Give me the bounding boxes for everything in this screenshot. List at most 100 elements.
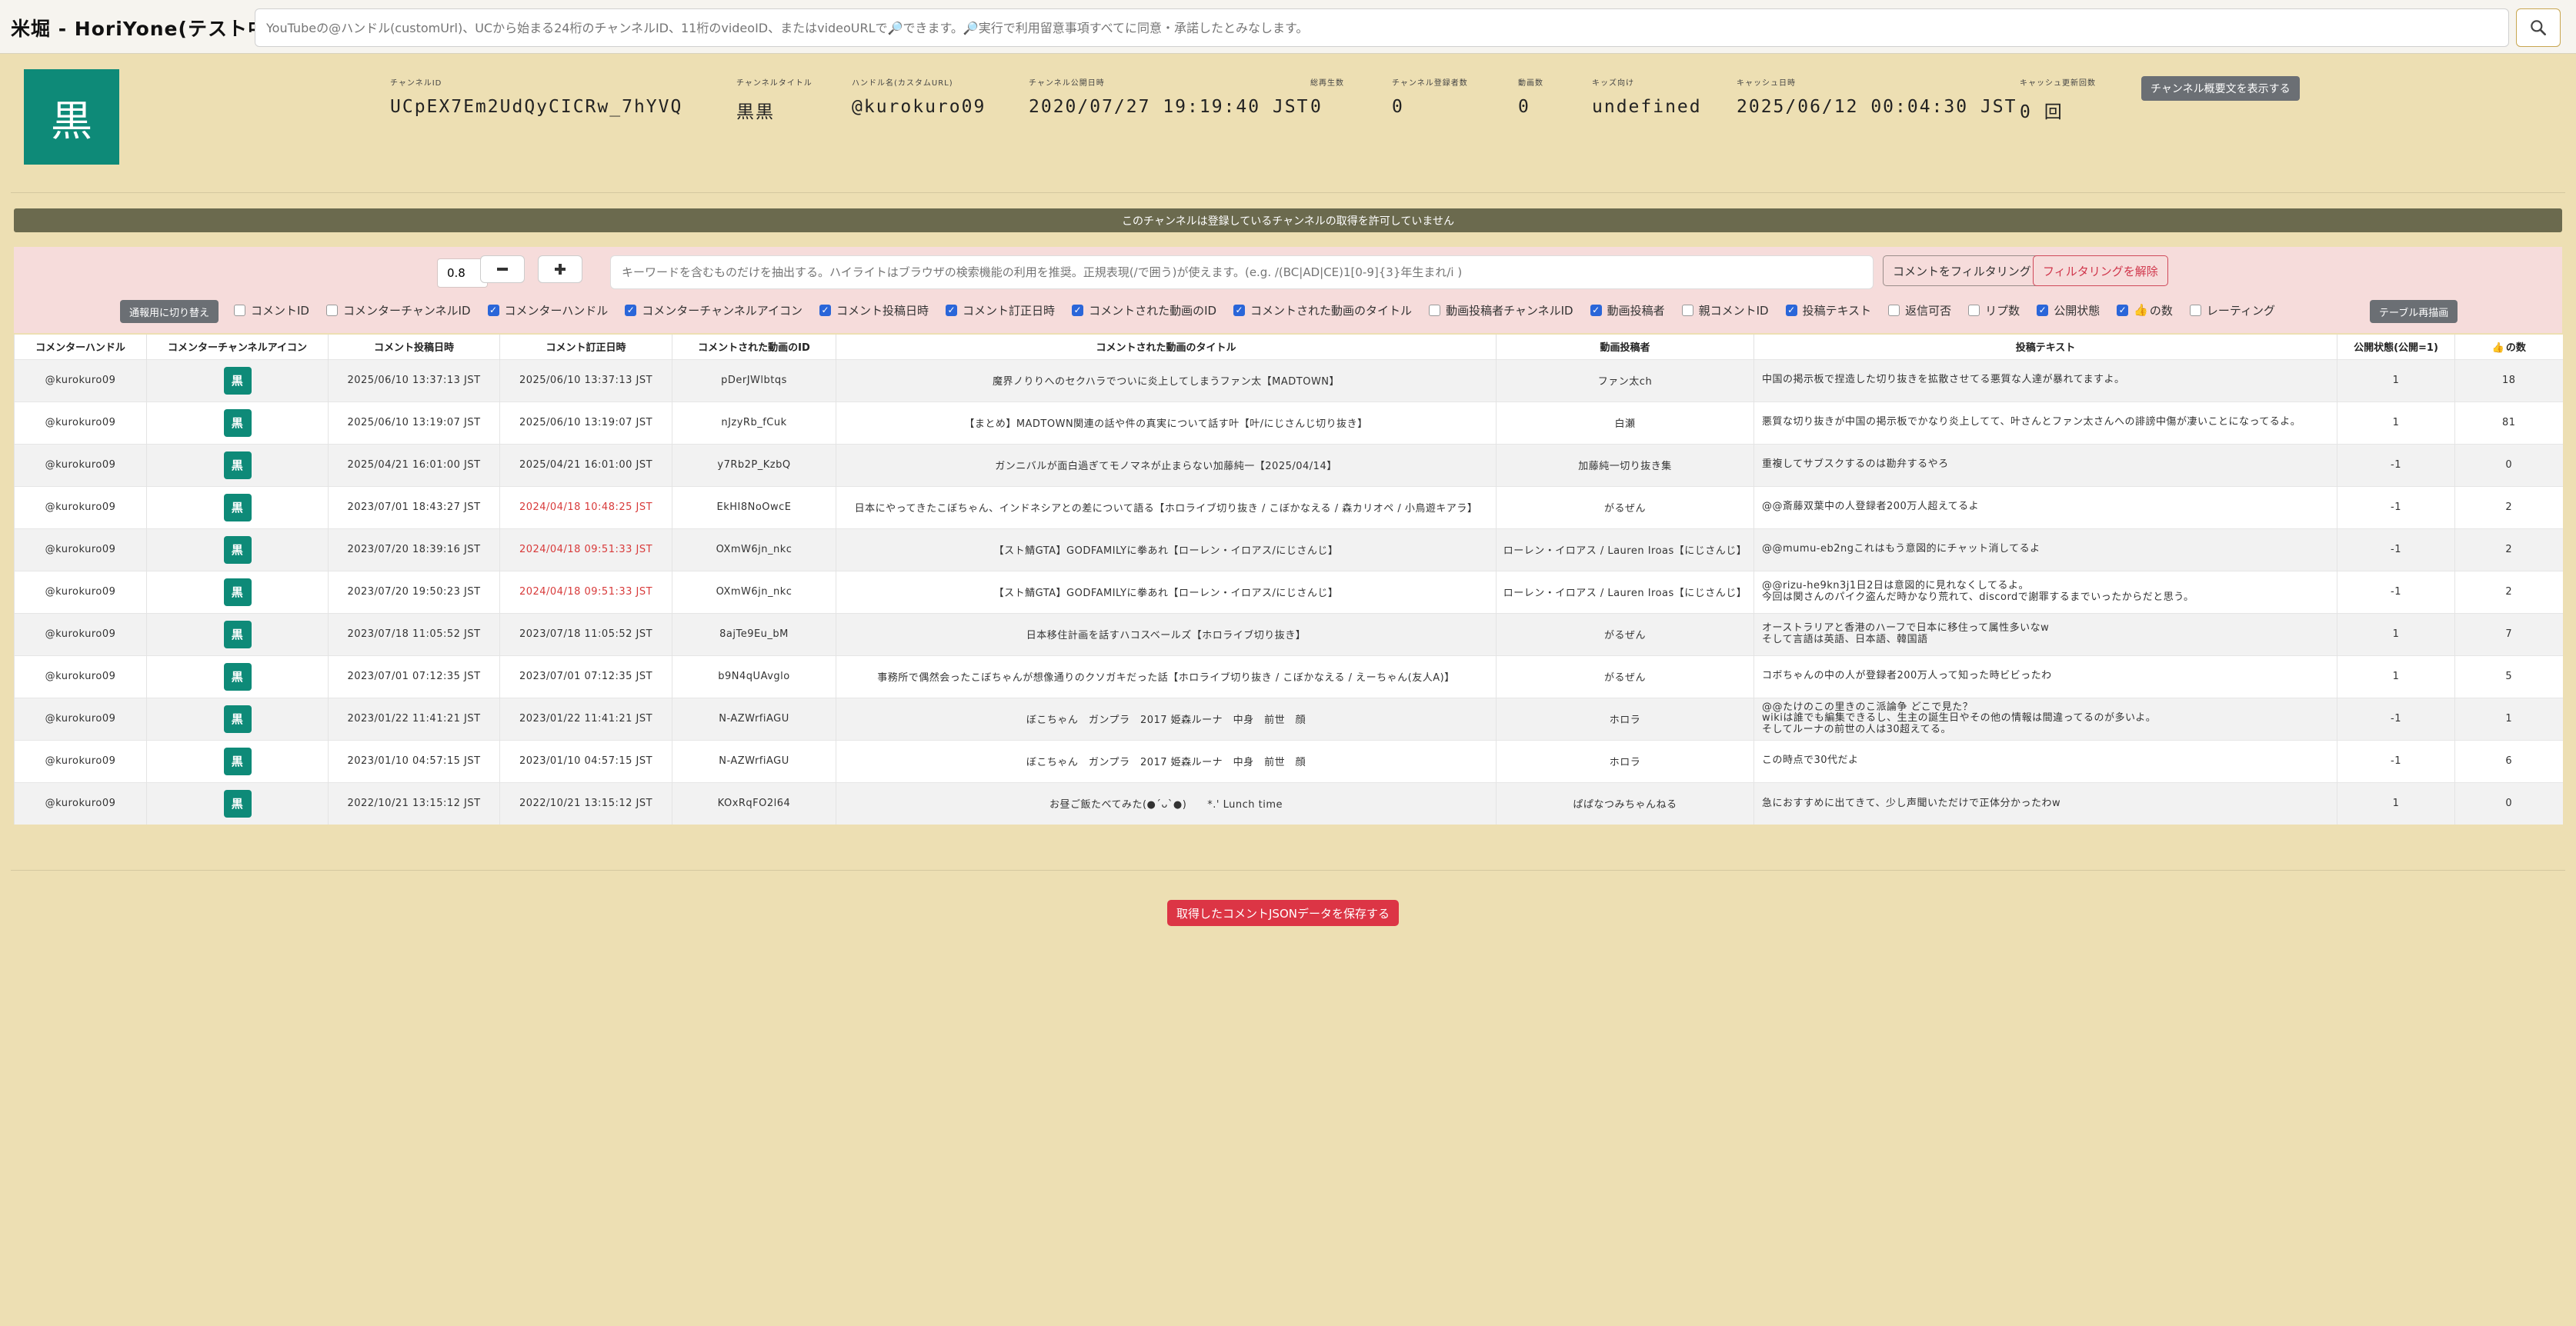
keyword-filter-input[interactable] bbox=[610, 255, 1874, 289]
column-toggle[interactable]: コメント投稿日時 bbox=[819, 302, 929, 318]
checkbox[interactable] bbox=[946, 304, 958, 316]
column-toggle[interactable]: 動画投稿者 bbox=[1590, 302, 1665, 318]
show-description-button[interactable]: チャンネル概要文を表示する bbox=[2141, 76, 2300, 101]
avatar[interactable]: 黒 bbox=[223, 789, 252, 818]
column-toggle[interactable]: コメント訂正日時 bbox=[946, 302, 1055, 318]
avatar[interactable]: 黒 bbox=[223, 535, 252, 564]
column-header[interactable]: コメント投稿日時 bbox=[328, 335, 500, 359]
commenter-handle-cell[interactable]: @kurokuro09 bbox=[14, 401, 147, 444]
checkbox[interactable] bbox=[1968, 304, 1980, 316]
checkbox[interactable] bbox=[1681, 304, 1693, 316]
zoom-out-button[interactable] bbox=[480, 255, 525, 283]
checkbox[interactable] bbox=[2189, 304, 2201, 316]
commenter-handle-cell[interactable]: @kurokuro09 bbox=[14, 570, 147, 613]
column-toggle[interactable]: 投稿テキスト bbox=[1785, 302, 1871, 318]
avatar[interactable]: 黒 bbox=[223, 578, 252, 606]
column-toggle[interactable]: 公開状態 bbox=[2037, 302, 2100, 318]
avatar[interactable]: 黒 bbox=[223, 705, 252, 733]
commenter-handle-cell[interactable]: @kurokuro09 bbox=[14, 739, 147, 782]
column-header[interactable]: 投稿テキスト bbox=[1753, 335, 2337, 359]
filter-comments-button[interactable]: コメントをフィルタリング bbox=[1883, 255, 2041, 286]
column-header[interactable]: コメンターチャンネルアイコン bbox=[146, 335, 329, 359]
commenter-handle-cell[interactable]: @kurokuro09 bbox=[14, 485, 147, 528]
column-header[interactable]: 動画投稿者 bbox=[1496, 335, 1754, 359]
video-title-cell[interactable]: 【スト鯖GTA】GODFAMILYに拳あれ【ローレン・イロアス/にじさんじ】 bbox=[836, 570, 1497, 613]
video-title-cell[interactable]: 魔界ノりりへのセクハラでついに炎上してしまうファン太【MADTOWN】 bbox=[836, 358, 1497, 401]
zoom-in-button[interactable] bbox=[538, 255, 582, 283]
checkbox[interactable] bbox=[325, 304, 338, 316]
report-mode-button[interactable]: 通報用に切り替え bbox=[120, 300, 219, 323]
channel-field: チャンネル登録者数 0 bbox=[1392, 76, 1468, 117]
checkbox[interactable] bbox=[487, 304, 499, 316]
video-title-cell[interactable]: 【まとめ】MADTOWN関連の話や件の真実について話す叶【叶/にじさんじ切り抜き… bbox=[836, 401, 1497, 444]
avatar[interactable]: 黒 bbox=[223, 366, 252, 395]
clear-filter-button[interactable]: フィルタリングを解除 bbox=[2033, 255, 2168, 286]
video-id-cell[interactable]: KOxRqFO2l64 bbox=[672, 781, 836, 825]
checkbox[interactable] bbox=[1429, 304, 1441, 316]
video-id-cell[interactable]: nJzyRb_fCuk bbox=[672, 401, 836, 444]
video-title-cell[interactable]: 事務所で偶然会ったこぼちゃんが想像通りのクソガキだった話【ホロライブ切り抜き /… bbox=[836, 655, 1497, 698]
checkbox[interactable] bbox=[625, 304, 637, 316]
column-header[interactable]: コメントされた動画のID bbox=[672, 335, 836, 359]
commenter-handle-cell[interactable]: @kurokuro09 bbox=[14, 655, 147, 698]
video-id-cell[interactable]: OXmW6jn_nkc bbox=[672, 570, 836, 613]
column-toggle[interactable]: コメントID bbox=[234, 302, 309, 318]
video-id-cell[interactable]: EkHI8NoOwcE bbox=[672, 485, 836, 528]
video-id-cell[interactable]: 8ajTe9Eu_bM bbox=[672, 612, 836, 655]
column-toggle[interactable]: 👍の数 bbox=[2117, 302, 2173, 318]
avatar[interactable]: 黒 bbox=[223, 451, 252, 479]
video-id-cell[interactable]: y7Rb2P_KzbQ bbox=[672, 443, 836, 486]
avatar[interactable]: 黒 bbox=[223, 620, 252, 648]
video-title-cell[interactable]: ぼこちゃん ガンプラ 2017 姫森ルーナ 中身 前世 顔 bbox=[836, 739, 1497, 782]
column-toggle[interactable]: コメントされた動画のID bbox=[1072, 302, 1216, 318]
video-id-cell[interactable]: b9N4qUAvglo bbox=[672, 655, 836, 698]
column-toggle[interactable]: コメンターハンドル bbox=[487, 302, 608, 318]
video-id-cell[interactable]: N-AZWrfiAGU bbox=[672, 697, 836, 740]
video-id-cell[interactable]: N-AZWrfiAGU bbox=[672, 739, 836, 782]
commenter-handle-cell[interactable]: @kurokuro09 bbox=[14, 697, 147, 740]
search-input[interactable] bbox=[255, 8, 2509, 47]
checkbox[interactable] bbox=[2117, 304, 2129, 316]
commenter-handle-cell[interactable]: @kurokuro09 bbox=[14, 781, 147, 825]
column-toggle[interactable]: コメントされた動画のタイトル bbox=[1233, 302, 1412, 318]
column-toggle[interactable]: 動画投稿者チャンネルID bbox=[1429, 302, 1573, 318]
video-id-cell[interactable]: OXmW6jn_nkc bbox=[672, 528, 836, 571]
commenter-handle-cell[interactable]: @kurokuro09 bbox=[14, 528, 147, 571]
avatar[interactable]: 黒 bbox=[223, 747, 252, 775]
column-header[interactable]: 👍 の数 bbox=[2454, 335, 2563, 359]
video-title-cell[interactable]: 日本移住計画を話すハコスベールズ【ホロライブ切り抜き】 bbox=[836, 612, 1497, 655]
video-title-cell[interactable]: 日本にやってきたこぼちゃん、インドネシアとの差について語る【ホロライブ切り抜き … bbox=[836, 485, 1497, 528]
column-toggle[interactable]: レーティング bbox=[2189, 302, 2275, 318]
column-toggle[interactable]: コメンターチャンネルID bbox=[325, 302, 471, 318]
checkbox[interactable] bbox=[2037, 304, 2049, 316]
column-header[interactable]: 公開状態(公開=1) bbox=[2337, 335, 2455, 359]
redraw-table-button[interactable]: テーブル再描画 bbox=[2370, 300, 2458, 323]
checkbox[interactable] bbox=[1072, 304, 1084, 316]
checkbox[interactable] bbox=[234, 304, 245, 316]
search-button[interactable] bbox=[2516, 8, 2561, 47]
save-json-button[interactable]: 取得したコメントJSONデータを保存する bbox=[1167, 900, 1399, 926]
video-title-cell[interactable]: ガンニバルが面白過ぎてモノマネが止まらない加藤純一【2025/04/14】 bbox=[836, 443, 1497, 486]
checkbox[interactable] bbox=[1785, 304, 1797, 316]
column-toggle[interactable]: 返信可否 bbox=[1888, 302, 1951, 318]
column-toggle[interactable]: リプ数 bbox=[1968, 302, 2020, 318]
avatar[interactable]: 黒 bbox=[223, 408, 252, 437]
column-header[interactable]: コメンターハンドル bbox=[14, 335, 147, 359]
video-title-cell[interactable]: お昼ご飯たべてみた(●´ᴗ`●) *.' Lunch time bbox=[836, 781, 1497, 825]
commenter-handle-cell[interactable]: @kurokuro09 bbox=[14, 612, 147, 655]
checkbox[interactable] bbox=[1590, 304, 1602, 316]
video-title-cell[interactable]: ぼこちゃん ガンプラ 2017 姫森ルーナ 中身 前世 顔 bbox=[836, 697, 1497, 740]
column-toggle[interactable]: 親コメントID bbox=[1681, 302, 1769, 318]
avatar[interactable]: 黒 bbox=[223, 662, 252, 691]
checkbox[interactable] bbox=[1888, 304, 1900, 316]
column-header[interactable]: コメントされた動画のタイトル bbox=[836, 335, 1497, 359]
avatar[interactable]: 黒 bbox=[223, 493, 252, 521]
commenter-handle-cell[interactable]: @kurokuro09 bbox=[14, 358, 147, 401]
commenter-handle-cell[interactable]: @kurokuro09 bbox=[14, 443, 147, 486]
video-title-cell[interactable]: 【スト鯖GTA】GODFAMILYに拳あれ【ローレン・イロアス/にじさんじ】 bbox=[836, 528, 1497, 571]
checkbox[interactable] bbox=[819, 304, 832, 316]
video-id-cell[interactable]: pDerJWlbtqs bbox=[672, 358, 836, 401]
column-toggle[interactable]: コメンターチャンネルアイコン bbox=[625, 302, 802, 318]
column-header[interactable]: コメント訂正日時 bbox=[499, 335, 672, 359]
checkbox[interactable] bbox=[1233, 304, 1246, 316]
